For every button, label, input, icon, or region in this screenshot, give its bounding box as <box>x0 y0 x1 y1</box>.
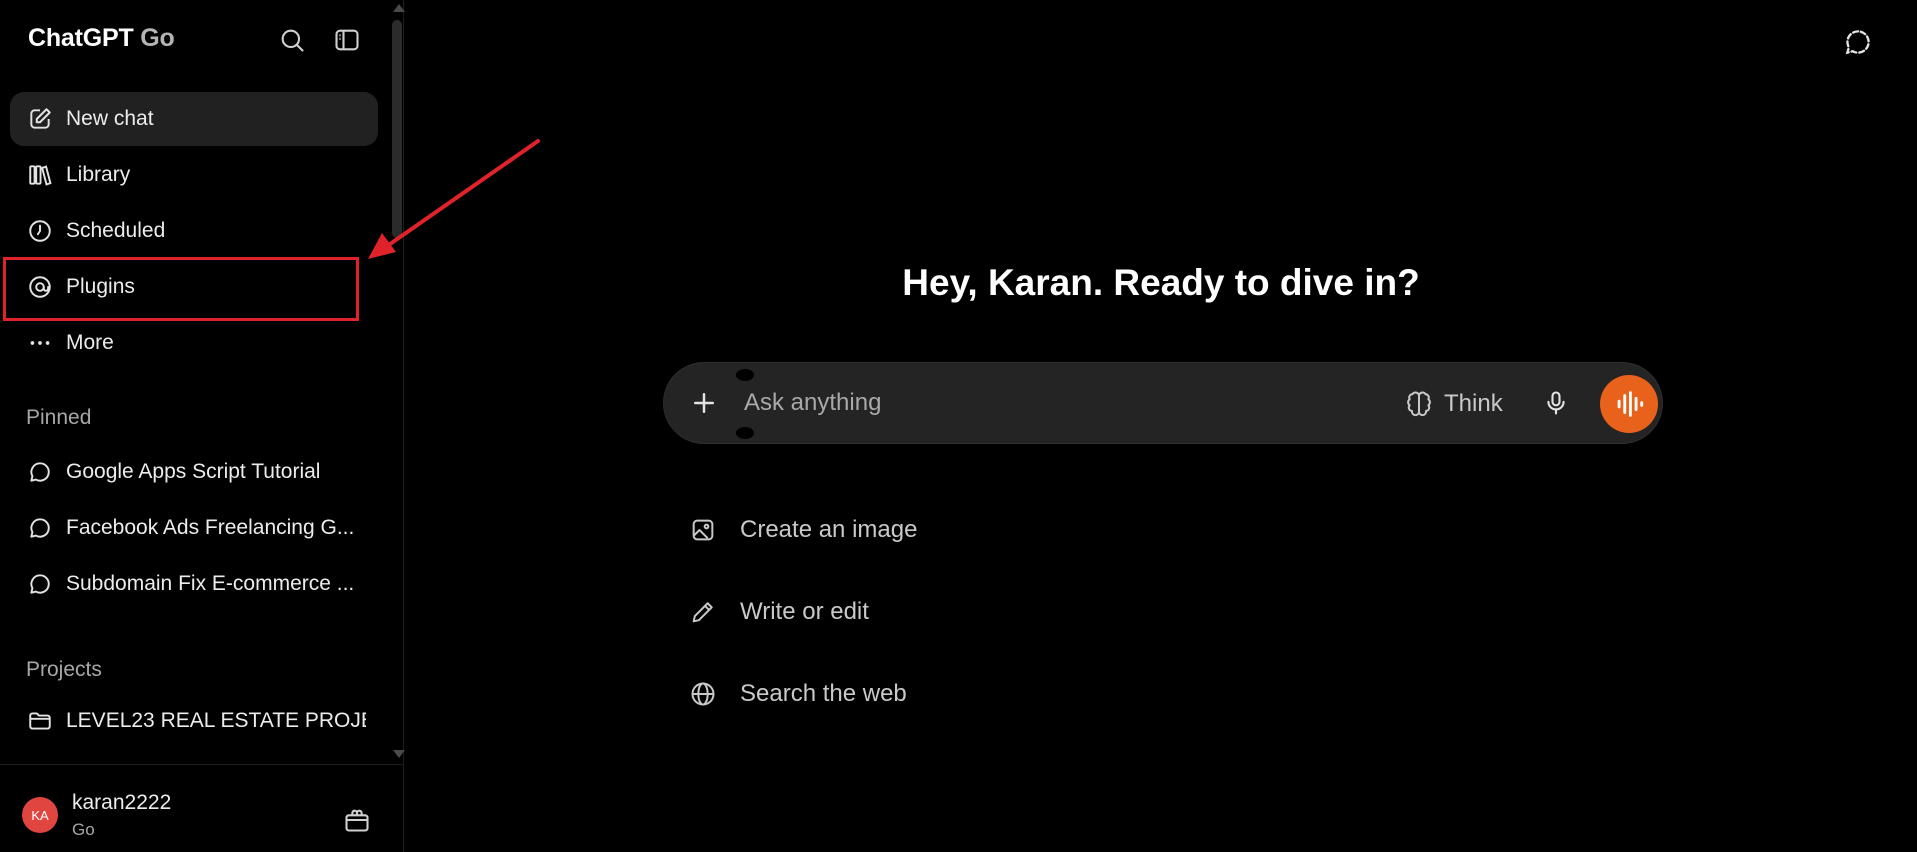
scroll-up-arrow[interactable] <box>393 4 405 12</box>
pinned-list: Google Apps Script Tutorial Facebook Ads… <box>10 444 378 612</box>
sidebar-toggle-icon[interactable] <box>329 22 365 58</box>
clock-icon <box>26 217 54 245</box>
annotation-highlight-box <box>3 257 359 321</box>
user-profile[interactable]: KA karan2222 Go <box>0 764 404 852</box>
suggestion-create-image[interactable]: Create an image <box>688 490 1188 570</box>
suggestion-label: Write or edit <box>740 598 869 625</box>
user-plan: Go <box>72 820 95 839</box>
image-icon <box>688 515 718 545</box>
sidebar-item-more[interactable]: More <box>10 316 378 370</box>
pinned-chat-title: Subdomain Fix E-commerce ... <box>66 572 355 595</box>
more-icon <box>26 329 54 357</box>
project-item[interactable]: LEVEL23 REAL ESTATE PROJE... <box>10 693 378 749</box>
main-area: Hey, Karan. Ready to dive in? Think <box>405 0 1917 852</box>
pinned-chat-item[interactable]: Subdomain Fix E-commerce ... <box>10 556 378 612</box>
microphone-icon[interactable] <box>1536 383 1576 423</box>
nav-label: Library <box>66 163 131 186</box>
plus-icon[interactable] <box>684 383 724 423</box>
waveform-icon <box>1617 391 1644 417</box>
gift-icon[interactable] <box>340 803 374 837</box>
project-title: LEVEL23 REAL ESTATE PROJE... <box>66 709 366 732</box>
pinned-chat-item[interactable]: Google Apps Script Tutorial <box>10 444 378 500</box>
chat-bubble-icon <box>26 458 54 486</box>
pencil-icon <box>688 597 718 627</box>
user-name: karan2222 <box>72 791 172 814</box>
projects-section-title: Projects <box>26 658 102 681</box>
pinned-chat-title: Facebook Ads Freelancing G... <box>66 516 355 539</box>
text-cursor-handle-bottom <box>736 427 754 439</box>
pinned-section-title: Pinned <box>26 406 92 429</box>
sidebar: ChatGPT Go New chat Library Scheduled Pl… <box>0 0 405 852</box>
folder-icon <box>26 707 54 735</box>
chat-bubble-icon <box>26 570 54 598</box>
think-label: Think <box>1444 390 1503 417</box>
scroll-down-arrow[interactable] <box>393 750 405 758</box>
suggestion-label: Create an image <box>740 516 918 543</box>
sidebar-item-library[interactable]: Library <box>10 148 378 202</box>
think-button[interactable]: Think <box>1404 383 1503 425</box>
app-window: ChatGPT Go New chat Library Scheduled Pl… <box>0 0 1917 852</box>
chat-bubble-icon <box>26 514 54 542</box>
suggestions-list: Create an image Write or edit Search the… <box>688 490 1188 736</box>
pinned-chat-item[interactable]: Facebook Ads Freelancing G... <box>10 500 378 556</box>
avatar[interactable]: KA <box>22 797 58 833</box>
sidebar-nav: New chat Library Scheduled Plugins More <box>10 92 378 372</box>
nav-label: New chat <box>66 107 154 130</box>
new-chat-button[interactable]: New chat <box>10 92 378 146</box>
app-title[interactable]: ChatGPT Go <box>28 24 175 53</box>
sidebar-scrollbar[interactable] <box>390 0 405 760</box>
suggestion-label: Search the web <box>740 680 907 707</box>
suggestion-write-edit[interactable]: Write or edit <box>688 572 1188 652</box>
nav-label: Scheduled <box>66 219 166 242</box>
ask-input[interactable] <box>744 381 1344 425</box>
app-tier: Go <box>140 24 175 52</box>
search-icon[interactable] <box>274 22 310 58</box>
library-icon <box>26 161 54 189</box>
sidebar-header: ChatGPT Go <box>0 0 404 80</box>
nav-label: More <box>66 331 114 354</box>
greeting-heading: Hey, Karan. Ready to dive in? <box>902 262 1420 303</box>
suggestion-search-web[interactable]: Search the web <box>688 654 1188 734</box>
projects-list: LEVEL23 REAL ESTATE PROJE... <box>10 693 378 749</box>
composer: Think <box>663 362 1663 444</box>
brain-icon <box>1404 389 1434 419</box>
voice-mode-button[interactable] <box>1600 375 1658 433</box>
sidebar-item-scheduled[interactable]: Scheduled <box>10 204 378 258</box>
globe-icon <box>688 679 718 709</box>
app-name: ChatGPT <box>28 24 134 52</box>
compose-icon <box>26 105 54 133</box>
pinned-chat-title: Google Apps Script Tutorial <box>66 460 321 483</box>
temporary-chat-icon[interactable] <box>1838 22 1878 62</box>
text-cursor-handle-top <box>736 369 754 381</box>
